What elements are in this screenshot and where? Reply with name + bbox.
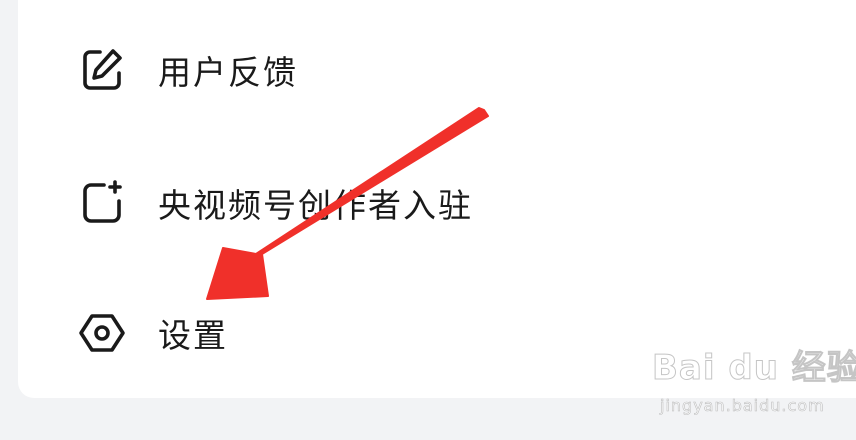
menu-item-label: 设置 bbox=[158, 316, 228, 355]
settings-icon bbox=[78, 309, 126, 357]
add-square-icon bbox=[78, 179, 126, 227]
menu-item-feedback[interactable]: 用户反馈 bbox=[18, 15, 856, 125]
menu-item-creator-join[interactable]: 央视频号创作者入驻 bbox=[18, 148, 856, 258]
edit-icon bbox=[78, 46, 126, 94]
menu-item-label: 用户反馈 bbox=[158, 53, 298, 92]
menu-item-settings[interactable]: 设置 bbox=[18, 278, 856, 388]
watermark-url: jingyan.baidu.com bbox=[660, 396, 825, 416]
menu-card: 用户反馈 央视频号创作者入驻 设置 bbox=[18, 0, 856, 398]
menu-item-label: 央视频号创作者入驻 bbox=[158, 186, 473, 225]
